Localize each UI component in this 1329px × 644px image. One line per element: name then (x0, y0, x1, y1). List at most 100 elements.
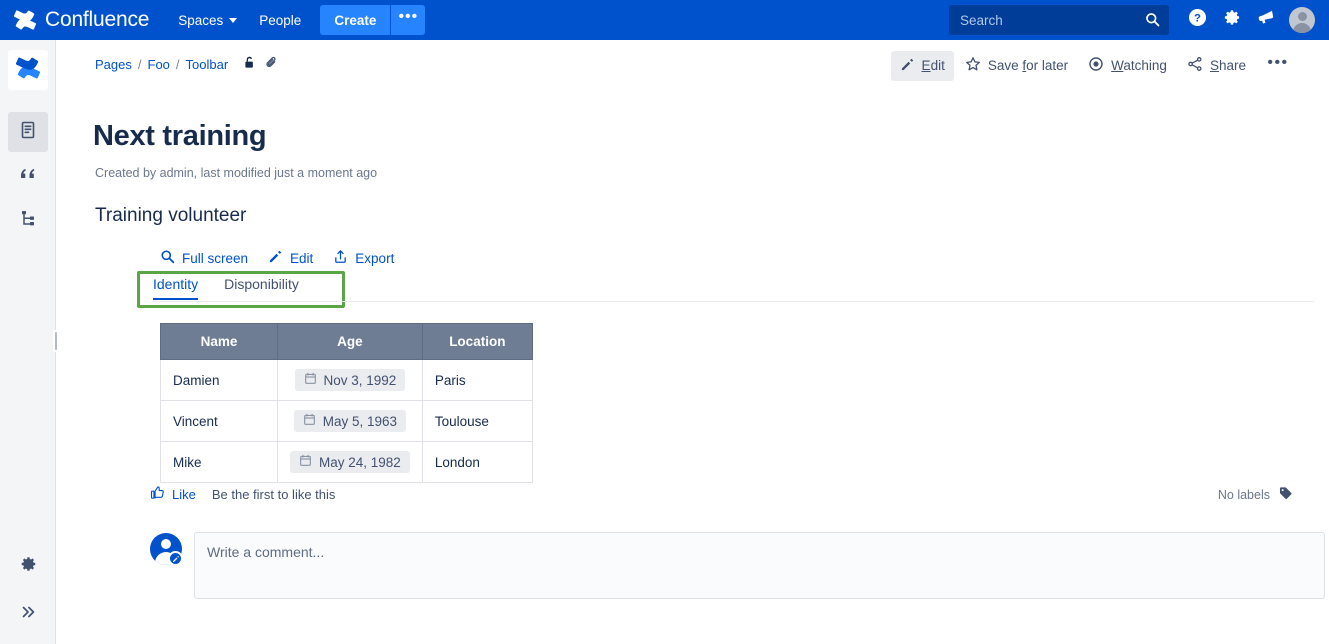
tab-disponibility[interactable]: Disponibility (210, 276, 311, 300)
create-more-button[interactable]: ••• (391, 5, 425, 35)
export-button[interactable]: Export (323, 246, 404, 270)
double-chevron-right-icon (19, 603, 37, 626)
search-icon (1145, 12, 1160, 32)
help-button[interactable]: ? (1181, 4, 1213, 36)
search-container[interactable] (949, 5, 1169, 35)
pencil-icon (900, 57, 915, 75)
cell-location: Paris (422, 360, 532, 401)
save-for-later-label: Save for later (988, 58, 1068, 73)
date-chip: Nov 3, 1992 (295, 369, 406, 391)
like-button-label: Like (172, 487, 196, 502)
pencil-icon (268, 249, 283, 267)
nav-people-label: People (259, 13, 301, 28)
labels-area[interactable]: No labels (1218, 486, 1293, 504)
gear-icon (1222, 8, 1241, 32)
magnifier-icon (160, 249, 175, 267)
edit-button-label: Edit (922, 58, 945, 73)
breadcrumb-separator: / (138, 57, 142, 72)
breadcrumb-item-foo[interactable]: Foo (148, 57, 170, 72)
sidebar-item-blog[interactable] (8, 156, 48, 196)
user-avatar-icon (1298, 12, 1307, 21)
like-button[interactable]: Like (150, 485, 196, 503)
cell-name: Vincent (161, 401, 278, 442)
volunteers-table: Name Age Location Damien (160, 323, 533, 483)
full-screen-button[interactable]: Full screen (150, 246, 258, 270)
tab-disponibility-label: Disponibility (224, 276, 299, 292)
date-chip: May 5, 1963 (294, 410, 406, 432)
notifications-button[interactable] (1249, 4, 1281, 36)
cell-location: Toulouse (422, 401, 532, 442)
create-button[interactable]: Create (320, 5, 390, 35)
avatar-body (1293, 23, 1311, 33)
full-screen-label: Full screen (182, 251, 248, 266)
column-header-location: Location (422, 324, 532, 360)
macro-edit-button[interactable]: Edit (258, 246, 323, 270)
macro-tabs: Identity Disponibility (153, 276, 311, 300)
brand-title: Confluence (45, 8, 149, 32)
watching-button[interactable]: Watching (1079, 50, 1176, 81)
gear-icon (19, 555, 37, 578)
left-sidebar (0, 40, 56, 644)
macro-edit-label: Edit (290, 251, 313, 266)
thumbs-up-icon (150, 485, 165, 503)
page-title: Next training (93, 120, 266, 153)
paperclip-icon[interactable] (264, 55, 279, 73)
calendar-icon (304, 372, 317, 388)
svg-text:?: ? (1194, 13, 1201, 25)
calendar-icon (299, 454, 312, 470)
nav-spaces[interactable]: Spaces (167, 7, 248, 34)
breadcrumb-separator: / (176, 57, 180, 72)
watching-label: Watching (1111, 58, 1167, 73)
table-header-row: Name Age Location (161, 324, 533, 360)
confluence-brand[interactable]: Confluence (14, 8, 149, 32)
sidebar-expand-button[interactable] (8, 594, 48, 634)
page-actions-more-button[interactable]: ••• (1263, 51, 1293, 81)
share-icon (1187, 56, 1203, 75)
sidebar-item-pages[interactable] (8, 112, 48, 152)
nav-people[interactable]: People (248, 7, 312, 34)
tab-identity[interactable]: Identity (153, 276, 210, 300)
breadcrumb: Pages / Foo / Toolbar (95, 55, 279, 73)
export-label: Export (355, 251, 394, 266)
date-chip-label: Nov 3, 1992 (324, 373, 397, 388)
breadcrumb-item-pages[interactable]: Pages (95, 57, 132, 72)
user-avatar-icon (161, 539, 171, 549)
export-upload-icon (333, 249, 348, 267)
cell-age: Nov 3, 1992 (278, 360, 423, 401)
sidebar-item-page-tree[interactable] (8, 200, 48, 240)
breadcrumb-icons (242, 55, 279, 73)
table-row: Mike May 24, 1982 (161, 442, 533, 483)
cell-age: May 24, 1982 (278, 442, 423, 483)
save-for-later-button[interactable]: Save for later (956, 50, 1077, 81)
sidebar-bottom-group (0, 546, 56, 634)
unlock-icon[interactable] (242, 55, 257, 73)
profile-avatar[interactable] (1289, 7, 1315, 33)
settings-button[interactable] (1215, 4, 1247, 36)
page-metadata: Created by admin, last modified just a m… (95, 166, 377, 180)
comment-placeholder: Write a comment... (207, 544, 324, 560)
help-icon: ? (1188, 8, 1207, 32)
tab-identity-label: Identity (153, 276, 198, 292)
section-heading: Training volunteer (95, 205, 246, 227)
search-input[interactable] (949, 5, 1169, 35)
eye-icon (1088, 56, 1104, 75)
sidebar-space-logo[interactable] (8, 50, 48, 90)
share-button[interactable]: Share (1178, 50, 1255, 81)
column-header-name: Name (161, 324, 278, 360)
main-content: Pages / Foo / Toolbar (57, 40, 1329, 644)
blog-quote-icon (17, 163, 39, 190)
comment-input-box[interactable]: Write a comment... (194, 532, 1325, 599)
sidebar-space-settings[interactable] (8, 546, 48, 586)
page-actions-toolbar: Edit Save for later Watching (891, 50, 1293, 81)
page-tree-icon (18, 208, 38, 233)
breadcrumb-item-toolbar[interactable]: Toolbar (186, 57, 229, 72)
top-navigation-bar: Confluence Spaces People Create ••• (0, 0, 1329, 40)
tabs-divider (153, 301, 1314, 302)
megaphone-icon (1256, 8, 1275, 32)
edit-button[interactable]: Edit (891, 51, 954, 81)
like-row: Like Be the first to like this (150, 485, 335, 503)
edit-pencil-badge-icon (172, 550, 180, 568)
cell-name: Mike (161, 442, 278, 483)
confluence-space-logo-icon (16, 56, 40, 85)
confluence-logo-icon (14, 9, 36, 31)
